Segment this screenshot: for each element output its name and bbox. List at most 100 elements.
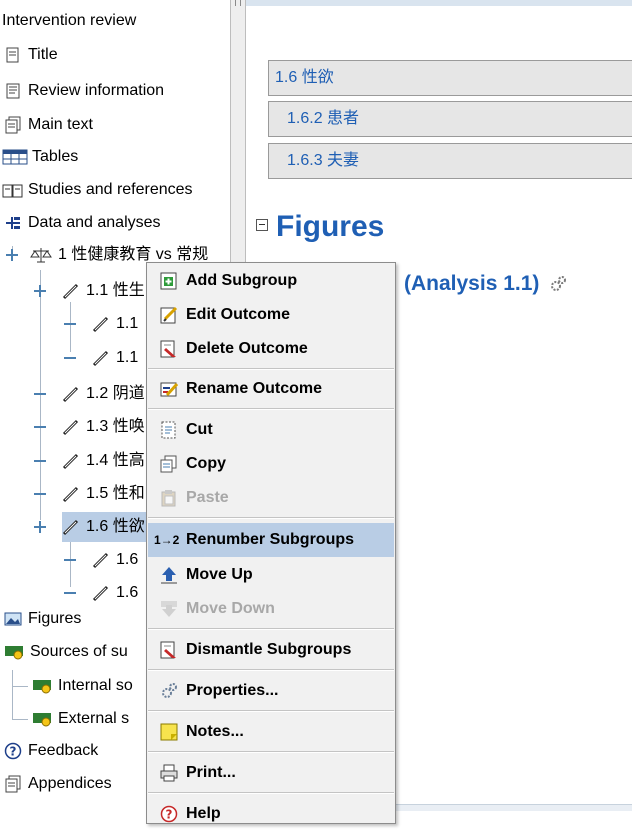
menu-item-add-subgroup[interactable]: Add Subgroup xyxy=(148,264,394,298)
tree-item-external-sources[interactable]: External s xyxy=(32,704,129,734)
collapse-toggle[interactable] xyxy=(6,249,18,261)
toc-link-1-6[interactable]: 1.6 性欲 xyxy=(268,60,632,96)
tree-item-data-and-analyses[interactable]: Data and analyses xyxy=(4,208,161,238)
tree-item-outcome-1-1[interactable]: 1.1 性生 xyxy=(62,276,145,306)
pages-icon xyxy=(4,775,22,793)
delete-icon xyxy=(160,340,178,358)
menu-item-cut[interactable]: Cut xyxy=(148,413,394,447)
menu-separator xyxy=(148,517,394,519)
menu-item-print[interactable]: Print... xyxy=(148,756,394,790)
tree-connector xyxy=(12,719,28,720)
menu-item-rename-outcome[interactable]: Rename Outcome xyxy=(148,372,394,406)
collapse-toggle[interactable] xyxy=(34,285,46,297)
pencil-icon xyxy=(62,282,80,300)
data-analysis-icon xyxy=(4,214,22,232)
gear-icon[interactable] xyxy=(549,275,567,293)
toc-link-1-6-3[interactable]: 1.6.3 夫妻 xyxy=(268,143,632,179)
tree-item-sources-of-support[interactable]: Sources of su xyxy=(4,637,128,667)
move-down-icon xyxy=(160,600,178,618)
pencil-icon xyxy=(62,385,80,403)
menu-separator xyxy=(148,669,394,671)
expand-toggle[interactable] xyxy=(34,421,46,433)
tree-item-internal-sources[interactable]: Internal so xyxy=(32,671,133,701)
question-icon: ? xyxy=(4,742,22,760)
properties-icon xyxy=(160,682,178,700)
tree-item-studies-and-references[interactable]: Studies and references xyxy=(2,175,193,205)
menu-separator xyxy=(148,710,394,712)
figures-heading: Figures xyxy=(276,210,385,243)
expand-toggle[interactable] xyxy=(64,352,76,364)
menu-item-delete-outcome[interactable]: Delete Outcome xyxy=(148,332,394,366)
menu-item-renumber-subgroups[interactable]: 1→2 Renumber Subgroups xyxy=(148,523,394,557)
renumber-icon: 1→2 xyxy=(154,533,180,547)
expand-toggle[interactable] xyxy=(64,554,76,566)
tree-connector xyxy=(12,686,28,687)
pencil-icon xyxy=(92,584,110,602)
menu-separator xyxy=(148,628,394,630)
menu-item-move-down[interactable]: Move Down xyxy=(148,592,394,626)
menu-separator xyxy=(148,368,394,370)
print-icon xyxy=(160,764,178,782)
pencil-icon xyxy=(62,418,80,436)
tree-item-figures[interactable]: Figures xyxy=(4,604,81,634)
menu-item-help[interactable]: ? Help xyxy=(148,797,394,831)
expand-toggle[interactable] xyxy=(34,388,46,400)
expand-toggle[interactable] xyxy=(34,455,46,467)
paste-icon xyxy=(160,489,178,507)
menu-item-move-up[interactable]: Move Up xyxy=(148,558,394,592)
expand-toggle[interactable] xyxy=(34,488,46,500)
splitter-grip[interactable] xyxy=(235,0,241,6)
tree-item-subgroup-1-6-b[interactable]: 1.6 xyxy=(92,578,138,608)
menu-item-paste[interactable]: Paste xyxy=(148,481,394,515)
tree-item-subgroup-1-1-a[interactable]: 1.1 xyxy=(92,309,138,339)
document-icon xyxy=(4,82,22,100)
pencil-icon xyxy=(62,452,80,470)
cut-icon xyxy=(160,421,178,439)
menu-item-notes[interactable]: Notes... xyxy=(148,715,394,749)
tree-item-review-information[interactable]: Review information xyxy=(4,76,164,106)
tree-item-appendices[interactable]: Appendices xyxy=(4,769,112,799)
pencil-icon xyxy=(92,349,110,367)
move-up-icon xyxy=(160,566,178,584)
tree-item-title[interactable]: Title xyxy=(4,40,58,70)
menu-item-copy[interactable]: Copy xyxy=(148,447,394,481)
tree-item-intervention-review[interactable]: Intervention review xyxy=(2,6,136,36)
toc-link-1-6-2[interactable]: 1.6.2 患者 xyxy=(268,101,632,137)
context-menu: Add Subgroup Edit Outcome Delete Outcome… xyxy=(146,262,396,824)
money-icon xyxy=(32,710,54,728)
expand-toggle[interactable] xyxy=(64,587,76,599)
tree-item-outcome-1-5[interactable]: 1.5 性和 xyxy=(62,479,145,509)
tree-item-outcome-1-3[interactable]: 1.3 性唤 xyxy=(62,412,145,442)
add-subgroup-icon xyxy=(160,272,178,290)
menu-separator xyxy=(148,751,394,753)
menu-separator xyxy=(148,792,394,794)
tree-item-tables[interactable]: Tables xyxy=(2,142,78,172)
collapse-section-icon[interactable] xyxy=(256,219,268,232)
tree-item-outcome-1-4[interactable]: 1.4 性高 xyxy=(62,446,145,476)
image-icon xyxy=(4,610,22,628)
edit-icon xyxy=(160,306,178,324)
menu-item-edit-outcome[interactable]: Edit Outcome xyxy=(148,298,394,332)
tree-connector xyxy=(12,670,13,720)
expand-toggle[interactable] xyxy=(64,318,76,330)
menu-item-properties[interactable]: Properties... xyxy=(148,674,394,708)
menu-item-dismantle-subgroups[interactable]: Dismantle Subgroups xyxy=(148,633,394,667)
analysis-link[interactable]: (Analysis 1.1) xyxy=(404,272,567,296)
page-icon xyxy=(4,46,22,64)
tree-item-subgroup-1-6-a[interactable]: 1.6 xyxy=(92,545,138,575)
figures-section: Figures xyxy=(256,210,384,244)
document-top-border xyxy=(246,0,632,6)
help-icon: ? xyxy=(160,805,178,823)
money-icon xyxy=(32,677,54,695)
tree-item-subgroup-1-1-b[interactable]: 1.1 xyxy=(92,343,138,373)
money-icon xyxy=(4,643,26,661)
tree-item-feedback[interactable]: ? Feedback xyxy=(4,736,98,766)
rename-icon xyxy=(160,380,178,398)
scales-icon xyxy=(30,246,52,264)
pencil-icon xyxy=(92,315,110,333)
pencil-icon xyxy=(62,485,80,503)
tree-item-outcome-1-2[interactable]: 1.2 阴道 xyxy=(62,379,145,409)
books-icon xyxy=(2,181,24,199)
tree-item-main-text[interactable]: Main text xyxy=(4,110,93,140)
collapse-toggle[interactable] xyxy=(34,521,46,533)
